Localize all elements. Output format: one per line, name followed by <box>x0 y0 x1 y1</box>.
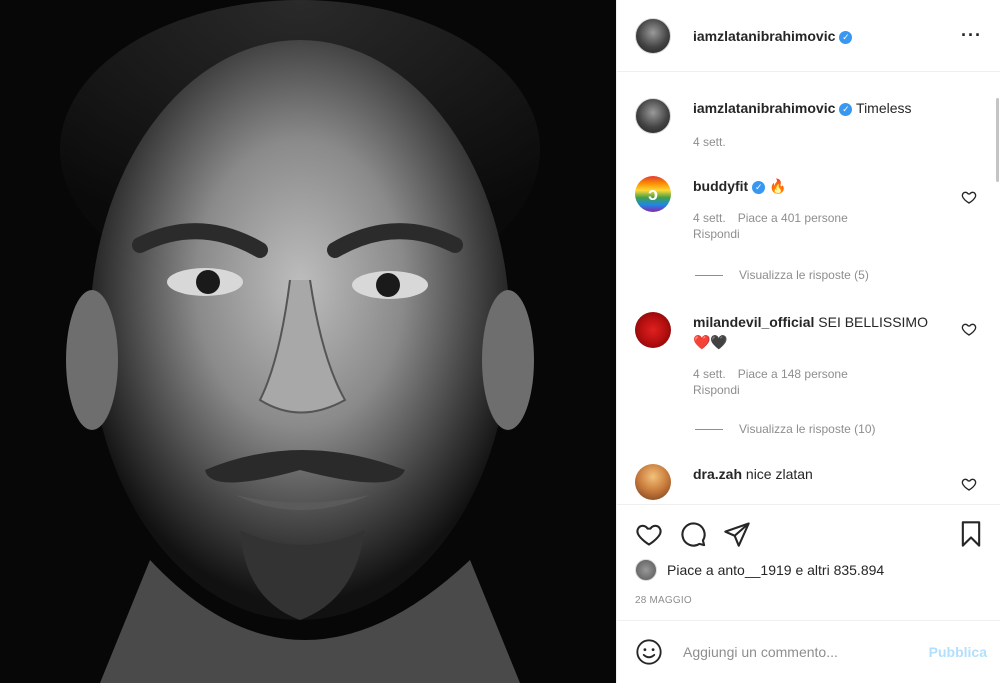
comment-icon[interactable] <box>679 520 707 548</box>
author-avatar[interactable] <box>635 17 671 54</box>
view-replies-label: Visualizza le risposte (10) <box>739 422 876 436</box>
share-icon[interactable] <box>723 520 751 548</box>
caption-text: Timeless <box>856 100 912 116</box>
more-options-icon[interactable]: ··· <box>961 25 982 46</box>
comment-item: ↄ buddyfit ✓ 🔥 4 sett. Piace a 401 persone… <box>635 176 983 242</box>
bookmark-icon[interactable] <box>957 520 985 548</box>
comment-item: dra.zah nice zlatan <box>635 464 983 500</box>
comment-body: dra.zah nice zlatan <box>693 464 943 500</box>
verified-badge-icon: ✓ <box>839 30 853 44</box>
comment-username[interactable]: buddyfit <box>693 178 748 194</box>
view-replies-button[interactable]: Visualizza le risposte (10) <box>695 422 876 436</box>
heart-icon[interactable] <box>635 520 663 548</box>
verified-badge-icon: ✓ <box>752 181 766 194</box>
comment-likes[interactable]: Piace a 148 persone <box>738 367 848 381</box>
view-replies-line <box>695 274 723 276</box>
comment-text: nice zlatan <box>745 466 813 482</box>
caption-body: iamzlatanibrahimovic ✓ Timeless 4 sett. <box>693 98 943 150</box>
comment-like-heart-icon[interactable] <box>961 189 977 205</box>
caption-time[interactable]: 4 sett. <box>693 135 726 149</box>
post-side-panel: iamzlatanibrahimovic ✓ ··· iamzlatanibrah… <box>616 0 1000 683</box>
portrait-image <box>0 0 616 683</box>
publish-button[interactable]: Pubblica <box>929 644 987 660</box>
post-actions: Piace a anto__1919 e altri 835.894 28 MA… <box>617 505 1000 606</box>
comment-username[interactable]: dra.zah <box>693 466 742 482</box>
likes-summary[interactable]: Piace a anto__1919 e altri 835.894 <box>635 559 985 581</box>
author-username[interactable]: iamzlatanibrahimovic ✓ <box>693 28 853 44</box>
post-header: iamzlatanibrahimovic ✓ ··· <box>617 0 1000 72</box>
verified-badge-icon: ✓ <box>839 103 853 116</box>
comment-like-heart-icon[interactable] <box>961 321 977 337</box>
comment-likes[interactable]: Piace a 401 persone <box>738 211 848 225</box>
comment-username[interactable]: milandevil_official <box>693 314 814 330</box>
comment-time[interactable]: 4 sett. <box>693 211 726 225</box>
likes-text[interactable]: Piace a anto__1919 e altri 835.894 <box>667 562 884 578</box>
comment-composer: Pubblica <box>617 620 1000 683</box>
reply-button[interactable]: Rispondi <box>693 382 921 398</box>
comments-list[interactable]: iamzlatanibrahimovic ✓ Timeless 4 sett. ↄ… <box>617 72 1000 505</box>
reply-button[interactable]: Rispondi <box>693 226 931 242</box>
post-photo[interactable] <box>0 0 616 683</box>
author-avatar[interactable] <box>635 98 671 134</box>
liker-avatar[interactable] <box>635 559 657 581</box>
post-date[interactable]: 28 MAGGIO <box>635 595 985 606</box>
comment-input[interactable] <box>683 644 929 660</box>
commenter-avatar[interactable] <box>635 464 671 500</box>
view-replies-line <box>695 428 723 430</box>
view-replies-button[interactable]: Visualizza le risposte (5) <box>695 268 869 282</box>
comment-body: milandevil_official SEI BELLISSIMO❤️🖤 4 … <box>693 312 933 398</box>
commenter-avatar[interactable] <box>635 312 671 348</box>
comment-item: milandevil_official SEI BELLISSIMO❤️🖤 4 … <box>635 312 983 398</box>
emoji-icon[interactable] <box>635 638 663 666</box>
caption: iamzlatanibrahimovic ✓ Timeless 4 sett. <box>635 98 983 150</box>
comments-scrollbar[interactable] <box>996 98 999 182</box>
caption-username[interactable]: iamzlatanibrahimovic <box>693 100 835 116</box>
comment-body: buddyfit ✓ 🔥 4 sett. Piace a 401 persone R… <box>693 176 943 242</box>
comment-text: 🔥 <box>769 178 787 194</box>
comment-time[interactable]: 4 sett. <box>693 367 726 381</box>
commenter-avatar[interactable]: ↄ <box>635 176 671 212</box>
view-replies-label: Visualizza le risposte (5) <box>739 268 869 282</box>
comment-like-heart-icon[interactable] <box>961 476 977 492</box>
